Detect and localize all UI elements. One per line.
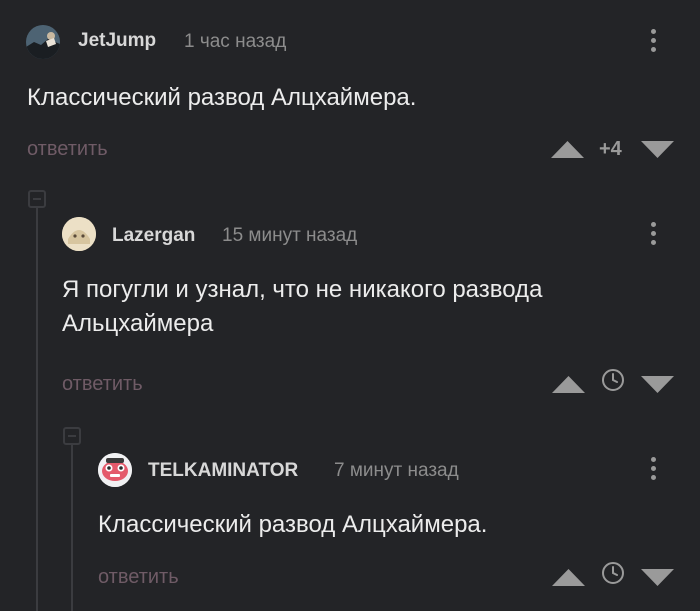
avatar[interactable] — [62, 217, 96, 251]
upvote-icon[interactable] — [552, 568, 585, 587]
reply-link[interactable]: ответить — [27, 138, 108, 161]
downvote-icon[interactable] — [641, 375, 674, 394]
author-name[interactable]: TELKAMINATOR — [148, 460, 298, 482]
avatar-image — [26, 25, 60, 59]
comment-time: 15 минут назад — [222, 225, 358, 246]
comment: TELKAMINATOR 7 минут назад Классический … — [0, 420, 700, 611]
comment: Lazergan 15 минут назад Я погугли и узна… — [0, 180, 700, 420]
comment-time: 1 час назад — [184, 31, 287, 52]
downvote-icon[interactable] — [641, 568, 674, 587]
clock-icon — [602, 369, 624, 391]
reply-link[interactable]: ответить — [62, 373, 143, 396]
comment-time: 7 минут назад — [334, 460, 459, 481]
downvote-icon[interactable] — [641, 140, 674, 159]
more-icon[interactable] — [649, 29, 657, 57]
author-name[interactable]: Lazergan — [112, 225, 195, 247]
avatar[interactable] — [98, 453, 132, 487]
more-icon[interactable] — [649, 222, 657, 250]
reply-link[interactable]: ответить — [98, 566, 179, 589]
comment-text: Я погугли и узнал, что не никакого разво… — [62, 276, 543, 337]
author-name[interactable]: JetJump — [78, 30, 156, 52]
upvote-icon[interactable] — [551, 140, 584, 159]
comment-text: Классический развод Алцхаймера. — [27, 84, 417, 111]
more-icon[interactable] — [649, 457, 657, 485]
avatar-image — [98, 453, 132, 487]
avatar[interactable] — [26, 25, 60, 59]
clock-icon — [602, 562, 624, 584]
comment-text: Классический развод Алцхаймера. — [98, 511, 488, 538]
rating-count: +4 — [599, 138, 622, 160]
avatar-image — [62, 217, 96, 251]
comment: JetJump 1 час назад Классический развод … — [0, 0, 700, 180]
upvote-icon[interactable] — [552, 375, 585, 394]
